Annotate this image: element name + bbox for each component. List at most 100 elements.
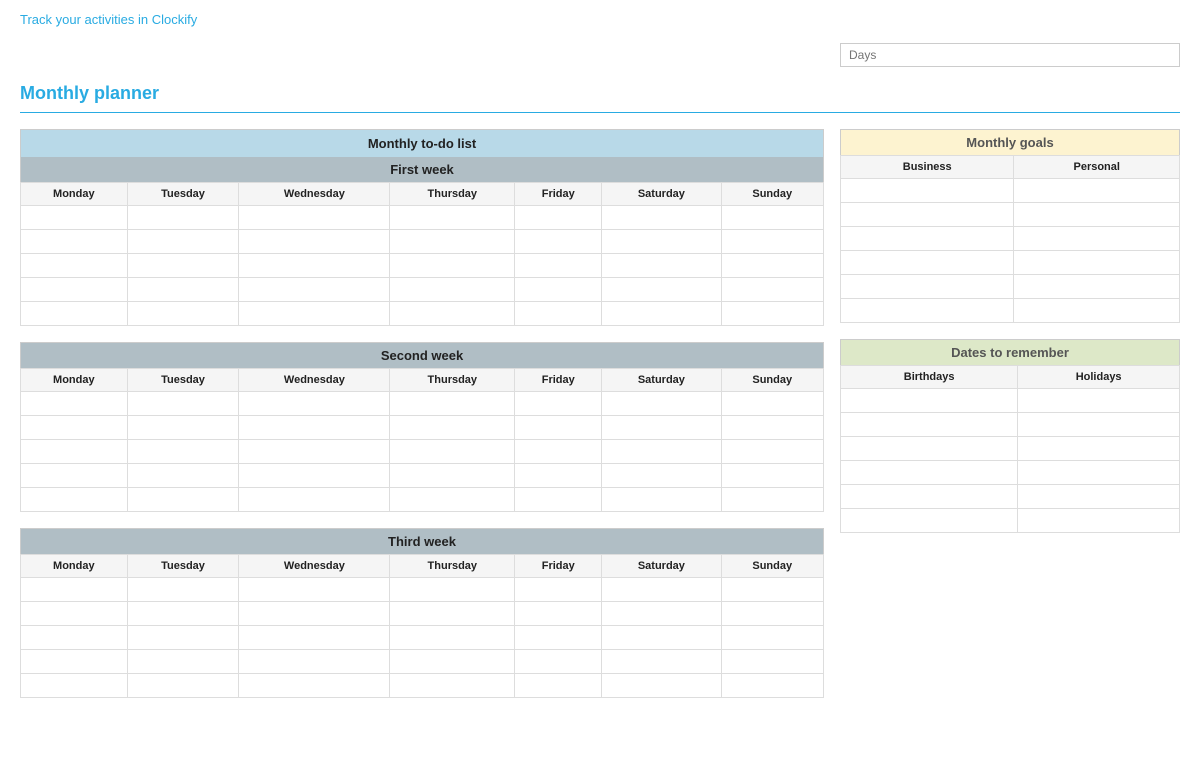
table-cell[interactable] bbox=[390, 650, 515, 674]
table-cell[interactable] bbox=[841, 461, 1018, 485]
table-cell[interactable] bbox=[1014, 299, 1180, 323]
table-cell[interactable] bbox=[721, 602, 824, 626]
table-cell[interactable] bbox=[602, 440, 721, 464]
days-input[interactable] bbox=[840, 43, 1180, 67]
table-cell[interactable] bbox=[841, 179, 1014, 203]
table-cell[interactable] bbox=[841, 251, 1014, 275]
table-cell[interactable] bbox=[127, 488, 239, 512]
table-cell[interactable] bbox=[1018, 437, 1180, 461]
table-cell[interactable] bbox=[1014, 179, 1180, 203]
table-cell[interactable] bbox=[1018, 389, 1180, 413]
table-cell[interactable] bbox=[721, 464, 824, 488]
table-cell[interactable] bbox=[841, 509, 1018, 533]
table-cell[interactable] bbox=[390, 578, 515, 602]
table-cell[interactable] bbox=[390, 254, 515, 278]
table-cell[interactable] bbox=[841, 227, 1014, 251]
table-cell[interactable] bbox=[239, 488, 390, 512]
table-cell[interactable] bbox=[841, 413, 1018, 437]
table-cell[interactable] bbox=[1018, 413, 1180, 437]
table-cell[interactable] bbox=[602, 650, 721, 674]
table-cell[interactable] bbox=[127, 578, 239, 602]
table-cell[interactable] bbox=[602, 230, 721, 254]
table-cell[interactable] bbox=[21, 206, 128, 230]
table-cell[interactable] bbox=[602, 254, 721, 278]
table-cell[interactable] bbox=[515, 650, 602, 674]
table-cell[interactable] bbox=[602, 302, 721, 326]
table-cell[interactable] bbox=[1014, 203, 1180, 227]
table-cell[interactable] bbox=[390, 626, 515, 650]
table-cell[interactable] bbox=[390, 392, 515, 416]
table-cell[interactable] bbox=[721, 278, 824, 302]
table-cell[interactable] bbox=[841, 389, 1018, 413]
table-cell[interactable] bbox=[515, 230, 602, 254]
table-cell[interactable] bbox=[127, 440, 239, 464]
table-cell[interactable] bbox=[239, 254, 390, 278]
table-cell[interactable] bbox=[515, 254, 602, 278]
table-cell[interactable] bbox=[602, 206, 721, 230]
table-cell[interactable] bbox=[1018, 485, 1180, 509]
table-cell[interactable] bbox=[841, 203, 1014, 227]
table-cell[interactable] bbox=[239, 464, 390, 488]
table-cell[interactable] bbox=[127, 206, 239, 230]
table-cell[interactable] bbox=[721, 440, 824, 464]
table-cell[interactable] bbox=[390, 674, 515, 698]
table-cell[interactable] bbox=[21, 650, 128, 674]
table-cell[interactable] bbox=[21, 488, 128, 512]
table-cell[interactable] bbox=[127, 416, 239, 440]
table-cell[interactable] bbox=[239, 392, 390, 416]
table-cell[interactable] bbox=[721, 488, 824, 512]
table-cell[interactable] bbox=[21, 278, 128, 302]
table-cell[interactable] bbox=[127, 230, 239, 254]
table-cell[interactable] bbox=[21, 416, 128, 440]
table-cell[interactable] bbox=[21, 302, 128, 326]
table-cell[interactable] bbox=[602, 578, 721, 602]
table-cell[interactable] bbox=[515, 278, 602, 302]
table-cell[interactable] bbox=[602, 602, 721, 626]
table-cell[interactable] bbox=[515, 674, 602, 698]
table-cell[interactable] bbox=[21, 230, 128, 254]
table-cell[interactable] bbox=[721, 626, 824, 650]
table-cell[interactable] bbox=[841, 437, 1018, 461]
table-cell[interactable] bbox=[721, 416, 824, 440]
table-cell[interactable] bbox=[515, 440, 602, 464]
table-cell[interactable] bbox=[127, 602, 239, 626]
table-cell[interactable] bbox=[515, 578, 602, 602]
table-cell[interactable] bbox=[721, 206, 824, 230]
table-cell[interactable] bbox=[841, 299, 1014, 323]
table-cell[interactable] bbox=[239, 578, 390, 602]
table-cell[interactable] bbox=[1018, 509, 1180, 533]
table-cell[interactable] bbox=[515, 206, 602, 230]
table-cell[interactable] bbox=[390, 464, 515, 488]
table-cell[interactable] bbox=[602, 392, 721, 416]
table-cell[interactable] bbox=[21, 626, 128, 650]
table-cell[interactable] bbox=[602, 674, 721, 698]
table-cell[interactable] bbox=[127, 674, 239, 698]
table-cell[interactable] bbox=[841, 275, 1014, 299]
table-cell[interactable] bbox=[127, 278, 239, 302]
table-cell[interactable] bbox=[239, 602, 390, 626]
table-cell[interactable] bbox=[127, 626, 239, 650]
table-cell[interactable] bbox=[602, 488, 721, 512]
table-cell[interactable] bbox=[127, 650, 239, 674]
table-cell[interactable] bbox=[239, 626, 390, 650]
table-cell[interactable] bbox=[390, 488, 515, 512]
table-cell[interactable] bbox=[239, 206, 390, 230]
table-cell[interactable] bbox=[721, 578, 824, 602]
table-cell[interactable] bbox=[515, 488, 602, 512]
table-cell[interactable] bbox=[1014, 275, 1180, 299]
table-cell[interactable] bbox=[515, 392, 602, 416]
table-cell[interactable] bbox=[721, 230, 824, 254]
table-cell[interactable] bbox=[21, 464, 128, 488]
table-cell[interactable] bbox=[21, 578, 128, 602]
table-cell[interactable] bbox=[390, 278, 515, 302]
table-cell[interactable] bbox=[515, 464, 602, 488]
table-cell[interactable] bbox=[515, 602, 602, 626]
table-cell[interactable] bbox=[239, 416, 390, 440]
table-cell[interactable] bbox=[390, 302, 515, 326]
table-cell[interactable] bbox=[602, 464, 721, 488]
table-cell[interactable] bbox=[1014, 251, 1180, 275]
table-cell[interactable] bbox=[721, 392, 824, 416]
table-cell[interactable] bbox=[1018, 461, 1180, 485]
table-cell[interactable] bbox=[127, 464, 239, 488]
table-cell[interactable] bbox=[127, 392, 239, 416]
